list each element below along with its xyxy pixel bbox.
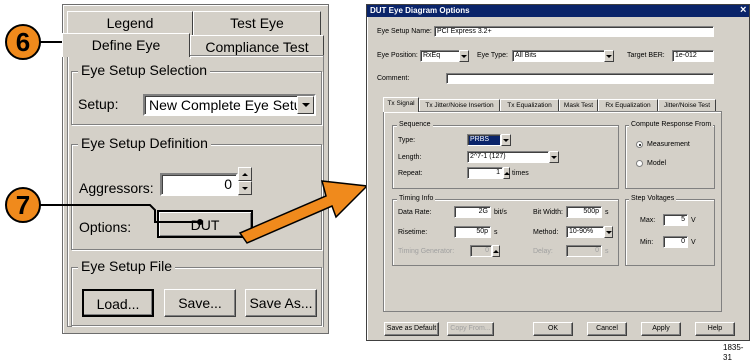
cancel-button[interactable]: Cancel (587, 322, 627, 336)
data-rate-unit: bit/s (494, 209, 507, 216)
comment-field[interactable] (446, 73, 714, 84)
timing-generator-label: Timing Generator: (398, 248, 455, 255)
sequence-title: Sequence (397, 120, 433, 129)
delay-unit: s (605, 248, 609, 255)
eye-type-label: Eye Type: (477, 52, 509, 59)
chevron-down-icon[interactable] (549, 151, 559, 163)
method-dropdown[interactable]: 10-90% (566, 226, 604, 238)
sequence-type-dropdown[interactable]: PRBS (467, 134, 501, 146)
pointer-arrow-icon (238, 180, 369, 244)
ok-button[interactable]: OK (533, 322, 573, 336)
chevron-down-icon[interactable] (501, 134, 511, 146)
measurement-label: Measurement (647, 141, 690, 148)
data-rate-field[interactable]: 2G (454, 206, 491, 218)
max-label: Max: (640, 217, 656, 224)
figure-id: 1835-31 (723, 343, 744, 362)
min-unit: V (691, 239, 696, 246)
sequence-type-value: PRBS (470, 136, 490, 143)
bit-width-field[interactable]: 500p (566, 206, 602, 218)
chevron-down-icon[interactable] (604, 50, 614, 62)
method-value: 10-90% (569, 228, 594, 235)
delay-label: Delay: (533, 248, 553, 255)
model-label: Model (647, 160, 667, 167)
model-radio[interactable] (636, 160, 643, 167)
min-label: Min: (640, 239, 654, 246)
risetime-label: Risetime: (398, 229, 428, 236)
callout-7: 7 (5, 187, 41, 223)
eye-position-value: RxEq (423, 52, 441, 59)
apply-button[interactable]: Apply (641, 322, 681, 336)
repeat-unit: times (512, 170, 529, 177)
comment-label: Comment: (377, 75, 410, 82)
save-as-default-button[interactable]: Save as Default (384, 322, 439, 336)
chevron-down-icon[interactable] (459, 50, 469, 62)
delay-field: 0 (566, 245, 602, 257)
step-voltages-title: Step Voltages (629, 194, 677, 203)
sequence-length-value: 2^7-1 (127) (470, 153, 506, 160)
timing-info-title: Timing Info (397, 194, 436, 203)
bit-width-unit: s (605, 209, 609, 216)
max-unit: V (691, 217, 696, 224)
close-icon[interactable]: × (740, 4, 746, 16)
help-button[interactable]: Help (695, 322, 735, 336)
dialog-title: DUT Eye Diagram Options (367, 5, 749, 17)
eye-type-dropdown[interactable]: All Bits (512, 50, 605, 62)
step-voltages-group (625, 199, 715, 266)
repeat-field[interactable]: 1 (467, 167, 503, 179)
target-ber-field[interactable]: 1e-012 (672, 50, 714, 62)
eye-position-label: Eye Position: (377, 52, 418, 59)
tab-define-eye[interactable]: Define Eye (62, 33, 190, 57)
type-label: Type: (398, 137, 416, 144)
repeat-label: Repeat: (398, 170, 423, 177)
target-ber-label: Target BER: (627, 52, 665, 59)
chevron-down-icon[interactable] (604, 226, 613, 238)
data-rate-label: Data Rate: (398, 209, 432, 216)
risetime-field[interactable]: 50p (454, 226, 491, 238)
eye-setup-name-field[interactable]: PCI Express 3.2+ (434, 26, 714, 37)
compute-response-group (625, 125, 715, 189)
callout-7-leader (40, 204, 200, 223)
eye-setup-name-label: Eye Setup Name: (377, 28, 432, 35)
method-label: Method: (533, 229, 559, 236)
callout-6: 6 (5, 24, 41, 60)
bit-width-label: Bit Width: (533, 209, 563, 216)
copy-from-button: Copy From... (447, 322, 494, 336)
length-label: Length: (398, 154, 422, 161)
tab-tx-signal[interactable]: Tx Signal (383, 97, 419, 112)
min-voltage-field[interactable]: 0 (663, 236, 688, 248)
repeat-spinner[interactable] (503, 167, 510, 179)
eye-position-dropdown[interactable]: RxEq (420, 50, 460, 62)
eye-type-value: All Bits (515, 52, 537, 59)
timing-generator-spinner (492, 245, 500, 257)
sequence-length-dropdown[interactable]: 2^7-1 (127) (467, 151, 549, 163)
max-voltage-field[interactable]: 5 (663, 214, 688, 226)
compute-response-title: Compute Response From (629, 120, 714, 129)
risetime-unit: s (494, 229, 498, 236)
timing-generator-field: 0 (470, 245, 492, 257)
measurement-radio[interactable] (636, 141, 643, 148)
callout-7-dot (197, 219, 203, 225)
